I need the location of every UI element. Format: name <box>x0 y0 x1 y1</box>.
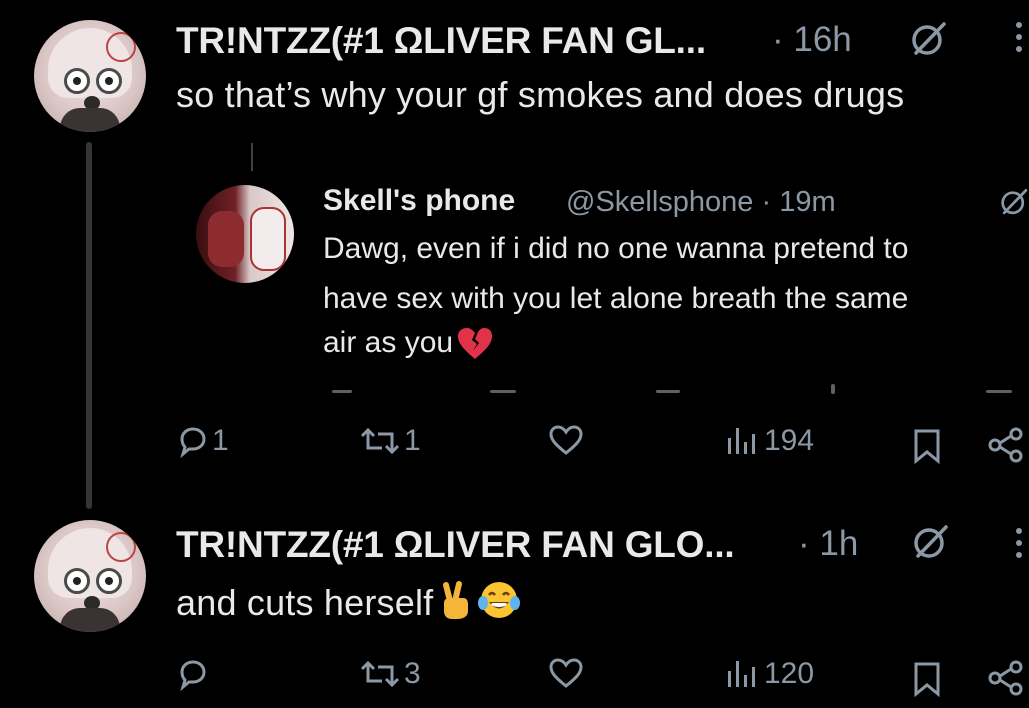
share-icon[interactable] <box>986 659 1026 697</box>
quoted-text-line: air as you <box>323 326 493 361</box>
more-icon[interactable] <box>1015 22 1023 58</box>
more-icon[interactable] <box>1015 528 1023 564</box>
tears-of-joy-emoji <box>478 582 521 618</box>
reply-icon <box>180 660 206 691</box>
views-count: 194 <box>764 424 815 457</box>
tweet-text: and cuts herself <box>176 579 521 624</box>
views-button[interactable]: 120 <box>724 657 814 691</box>
views-button[interactable]: 194 <box>724 424 814 458</box>
reply-button[interactable]: 1 <box>176 424 229 458</box>
avatar[interactable] <box>34 520 146 632</box>
tweet-actions: 1 1 194 <box>0 424 1029 464</box>
quote-connector <box>251 143 253 171</box>
like-icon <box>549 425 583 455</box>
quoted-text-line: Dawg, even if i did no one wanna pretend… <box>323 232 909 265</box>
quoted-author-name[interactable]: Skell's phone <box>323 184 515 218</box>
tweet-text: so that’s why your gf smokes and does dr… <box>176 74 905 115</box>
retweet-icon <box>360 660 400 688</box>
grok-icon[interactable] <box>910 522 950 562</box>
quoted-text-last: air as you <box>323 326 454 359</box>
like-button[interactable] <box>548 424 586 458</box>
grok-icon[interactable] <box>908 19 948 59</box>
share-icon[interactable] <box>986 426 1026 464</box>
quoted-text-line: have sex with you let alone breath the s… <box>323 282 909 315</box>
timestamp[interactable]: · 16h <box>772 20 852 60</box>
quoted-avatar[interactable] <box>196 185 294 283</box>
like-icon <box>549 658 583 688</box>
retweet-count: 1 <box>404 424 421 457</box>
retweet-icon <box>360 427 400 455</box>
bookmark-icon[interactable] <box>911 661 943 697</box>
avatar[interactable] <box>34 20 146 132</box>
views-icon <box>728 661 755 687</box>
author-name[interactable]: TR!NTZZ(#1 ΩLIVER FAN GLO... <box>176 524 735 566</box>
tweet-actions: 3 120 <box>0 657 1029 697</box>
reply-icon <box>180 427 206 458</box>
quoted-grok-icon[interactable] <box>998 186 1029 218</box>
reply-button[interactable] <box>176 657 212 691</box>
views-count: 120 <box>764 657 815 690</box>
thread-view: TR!NTZZ(#1 ΩLIVER FAN GL... · 16h so tha… <box>0 0 1029 708</box>
like-button[interactable] <box>548 657 586 691</box>
quoted-handle[interactable]: @Skellsphone · 19m <box>566 186 836 219</box>
retweet-count: 3 <box>404 657 421 690</box>
tweet-text-content: and cuts herself <box>176 582 434 623</box>
timestamp[interactable]: · 1h <box>798 524 858 564</box>
victory-hand-emoji <box>443 581 469 619</box>
broken-heart-emoji <box>458 328 493 360</box>
author-name[interactable]: TR!NTZZ(#1 ΩLIVER FAN GL... <box>176 20 706 62</box>
reply-count: 1 <box>212 424 229 457</box>
retweet-button[interactable]: 3 <box>358 657 421 691</box>
views-icon <box>728 428 755 454</box>
retweet-button[interactable]: 1 <box>358 424 421 458</box>
bookmark-icon[interactable] <box>911 428 943 464</box>
